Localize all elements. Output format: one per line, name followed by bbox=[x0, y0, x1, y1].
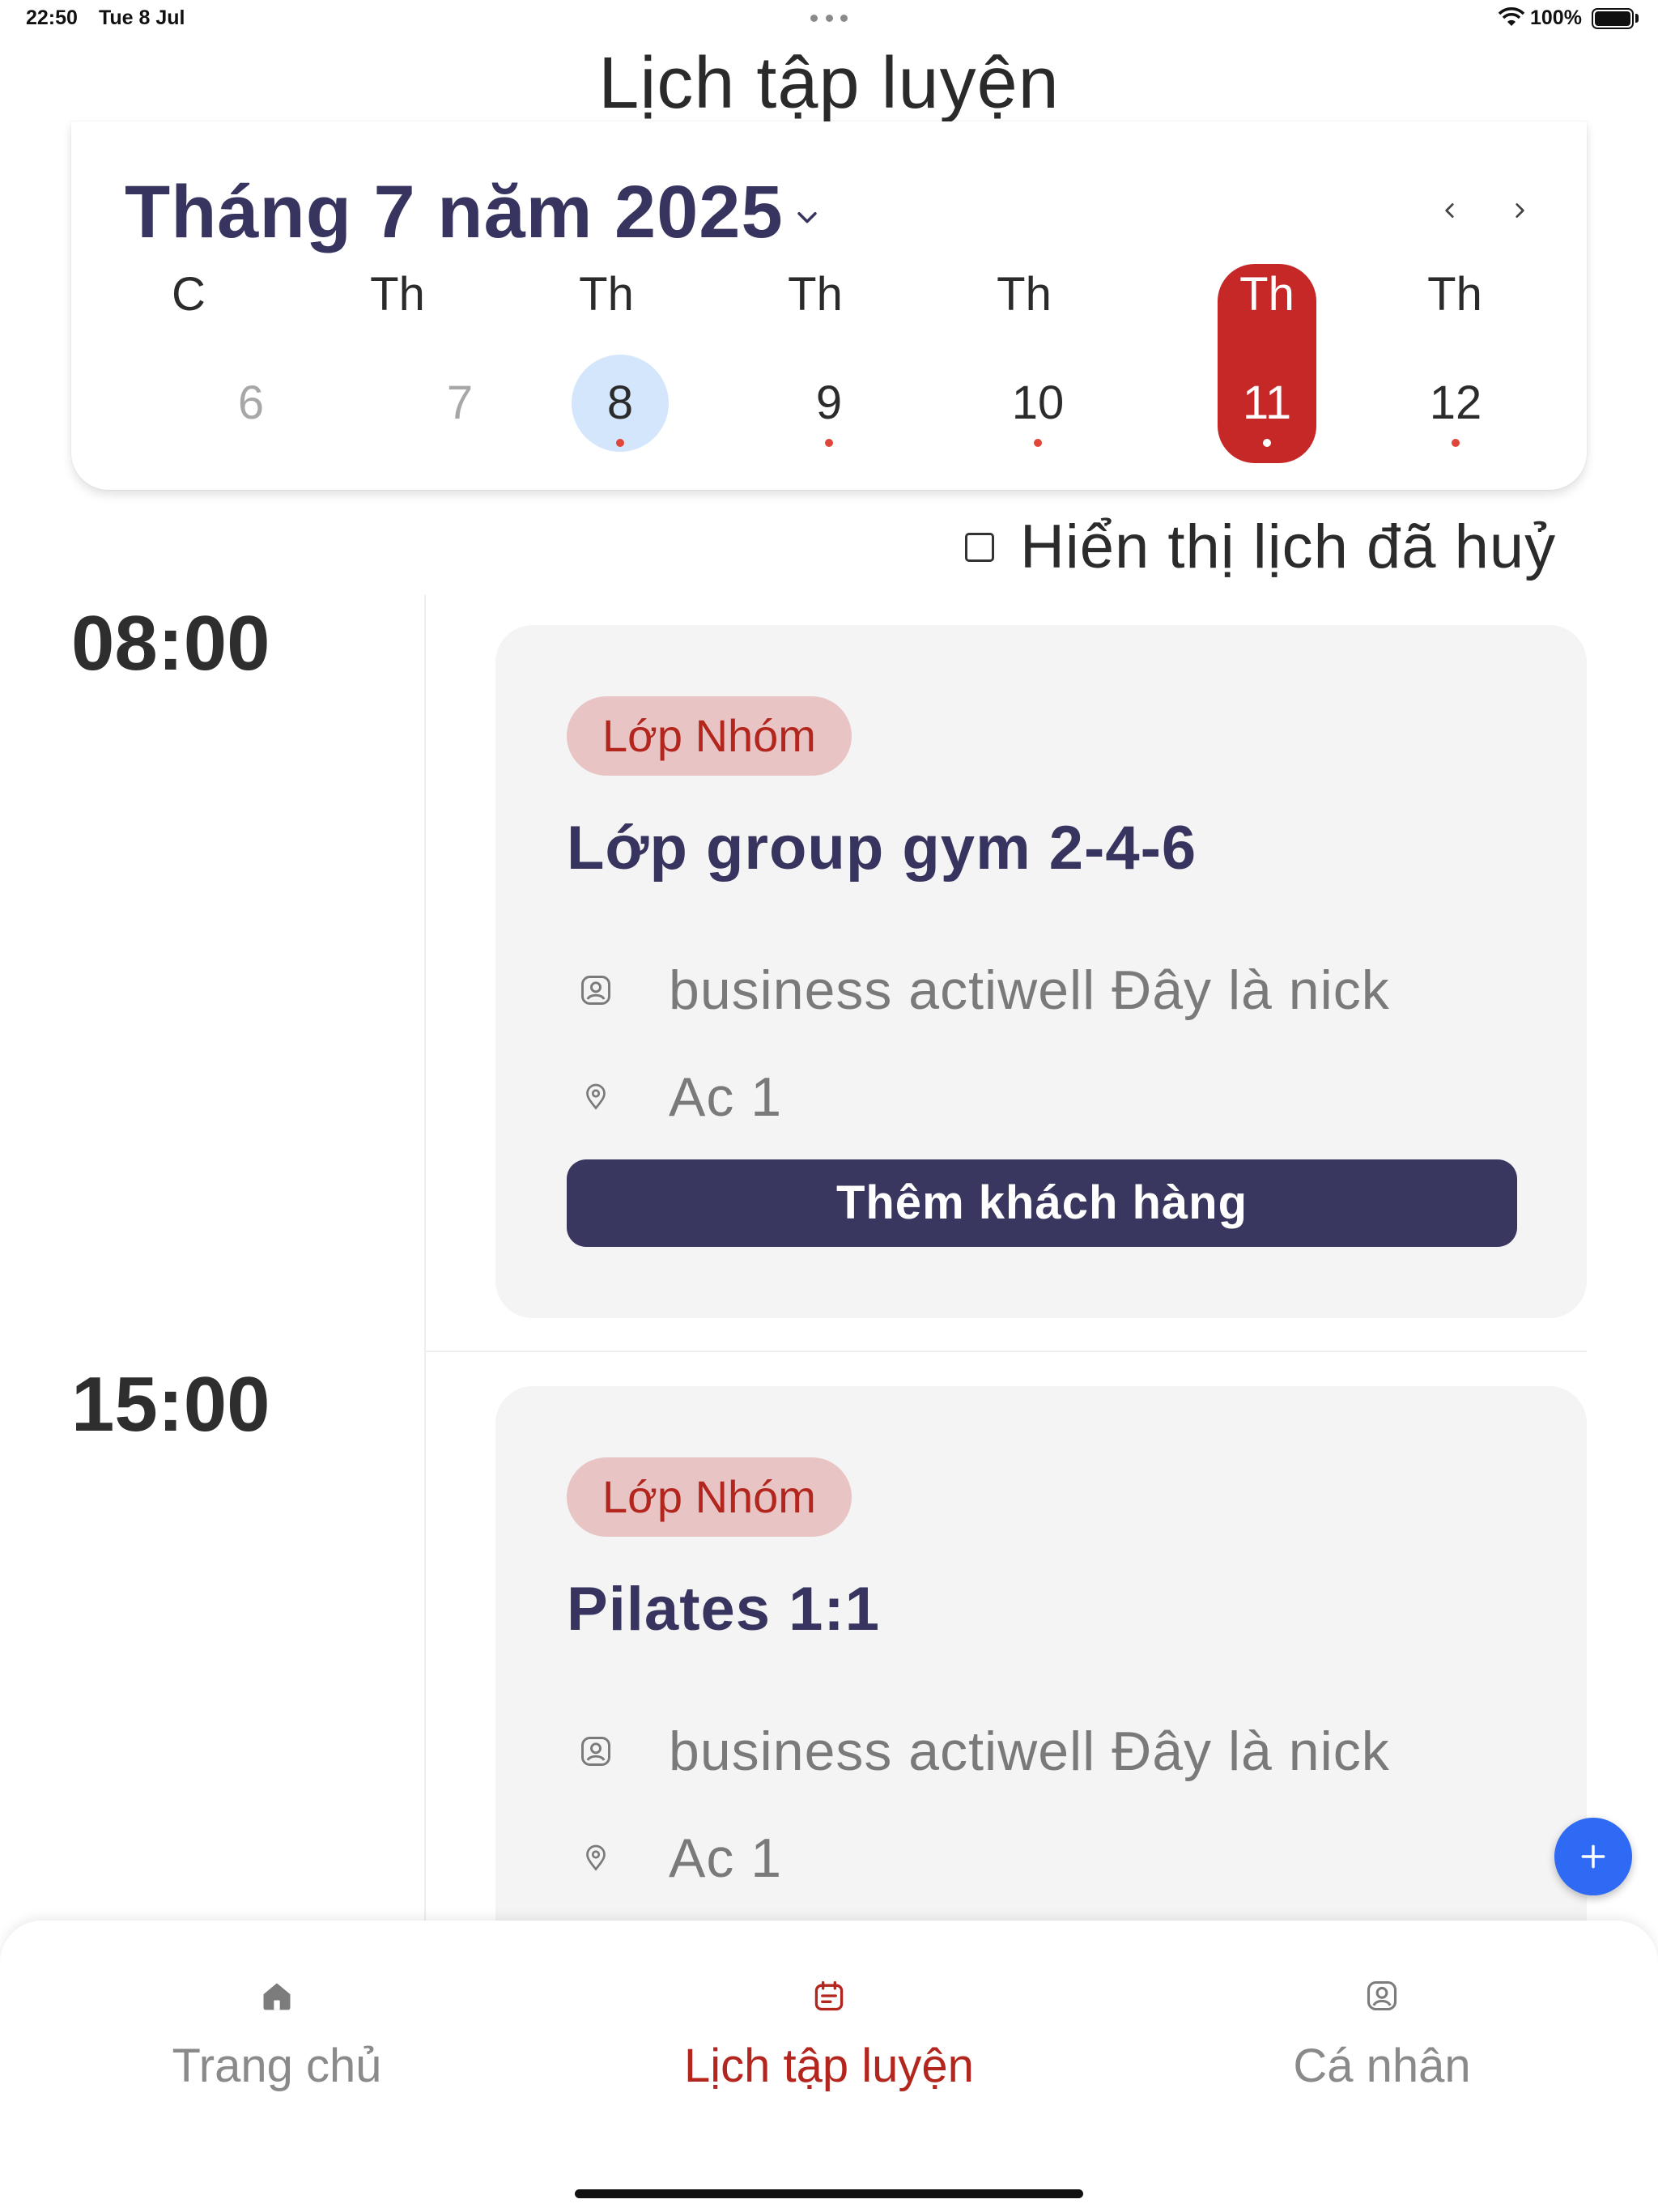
show-cancelled-label: Hiển thị lịch đã huỷ bbox=[1020, 513, 1557, 581]
weekday-label: C bbox=[172, 268, 206, 321]
nav-item-profile[interactable]: Cá nhân bbox=[1180, 1977, 1584, 2093]
next-week-button[interactable] bbox=[1499, 190, 1540, 231]
time-label: 15:00 bbox=[71, 1361, 270, 1448]
status-time: 22:50 bbox=[26, 6, 78, 29]
show-cancelled-toggle[interactable]: Hiển thị lịch đã huỷ bbox=[965, 512, 1556, 582]
event-dot bbox=[616, 439, 624, 447]
month-selector[interactable]: Tháng 7 năm 2025 bbox=[125, 170, 821, 255]
calendar-day[interactable]: 9 bbox=[780, 355, 878, 452]
add-session-button[interactable] bbox=[1554, 1818, 1632, 1895]
calendar-icon bbox=[810, 1977, 848, 2014]
nav-item-home[interactable]: Trang chủ bbox=[74, 1977, 479, 2093]
bottom-nav: Trang chủ Lịch tập luyện Cá nhân bbox=[0, 1921, 1658, 2212]
weekday-label: Th bbox=[1427, 268, 1482, 321]
session-type-badge: Lớp Nhóm bbox=[567, 1457, 852, 1537]
home-indicator[interactable] bbox=[575, 2189, 1083, 2198]
calendar-card: Tháng 7 năm 2025 C Th Th Th Th Th Th 6 7… bbox=[71, 121, 1587, 490]
weekday-label: Th bbox=[788, 268, 843, 321]
time-label: 08:00 bbox=[71, 600, 270, 687]
show-cancelled-checkbox[interactable] bbox=[965, 532, 994, 562]
calendar-day[interactable]: 12 bbox=[1407, 355, 1504, 452]
nav-label: Trang chủ bbox=[172, 2040, 382, 2092]
session-title: Pilates 1:1 bbox=[567, 1575, 880, 1644]
chevron-right-icon bbox=[1516, 203, 1524, 218]
user-icon bbox=[576, 1732, 615, 1771]
battery-percent: 100% bbox=[1530, 6, 1582, 29]
plus-icon bbox=[1581, 1844, 1605, 1869]
status-date: Tue 8 Jul bbox=[99, 6, 185, 29]
event-dot bbox=[1034, 439, 1042, 447]
trainer-name: business actiwell Đây là nick bbox=[669, 1721, 1390, 1782]
status-bar: 22:50 Tue 8 Jul 100% bbox=[0, 0, 1658, 39]
home-icon bbox=[258, 1977, 295, 2014]
nav-item-schedule[interactable]: Lịch tập luyện bbox=[627, 1977, 1031, 2093]
wifi-icon bbox=[1498, 7, 1525, 26]
timeline-divider bbox=[424, 595, 426, 1923]
month-title: Tháng 7 năm 2025 bbox=[125, 171, 784, 253]
day-number: 10 bbox=[1011, 376, 1065, 429]
weekday-label-selected: Th bbox=[1239, 268, 1295, 321]
trainer-name: business actiwell Đây là nick bbox=[669, 959, 1390, 1021]
add-customer-button[interactable]: Thêm khách hàng bbox=[567, 1159, 1517, 1247]
trainer-row: business actiwell Đây là nick bbox=[576, 1720, 1390, 1783]
page-title: Lịch tập luyện bbox=[598, 43, 1060, 124]
day-number: 12 bbox=[1429, 376, 1482, 429]
battery-nub bbox=[1635, 14, 1639, 23]
location-name: Ac 1 bbox=[669, 1827, 783, 1889]
day-number: 7 bbox=[446, 376, 474, 429]
calendar-day[interactable]: 6 bbox=[202, 355, 300, 452]
session-card[interactable]: Lớp Nhóm Pilates 1:1 business actiwell Đ… bbox=[495, 1386, 1587, 2001]
user-icon bbox=[576, 971, 615, 1010]
weekday-label: Th bbox=[370, 268, 425, 321]
battery-icon bbox=[1592, 8, 1634, 29]
event-dot bbox=[825, 439, 833, 447]
session-card[interactable]: Lớp Nhóm Lớp group gym 2-4-6 business ac… bbox=[495, 625, 1587, 1318]
location-pin-icon bbox=[576, 1078, 615, 1117]
location-row: Ac 1 bbox=[576, 1066, 782, 1129]
weekday-label: Th bbox=[997, 268, 1052, 321]
profile-icon bbox=[1363, 1977, 1401, 2014]
chevron-down-icon bbox=[797, 211, 817, 223]
calendar-day[interactable]: 7 bbox=[411, 355, 508, 452]
weekday-label: Th bbox=[579, 268, 634, 321]
event-dot bbox=[1452, 439, 1460, 447]
trainer-row: business actiwell Đây là nick bbox=[576, 959, 1390, 1022]
event-dot bbox=[1263, 439, 1271, 447]
nav-label-active: Lịch tập luyện bbox=[684, 2040, 974, 2092]
location-name: Ac 1 bbox=[669, 1066, 783, 1128]
session-title: Lớp group gym 2-4-6 bbox=[567, 814, 1197, 883]
location-row: Ac 1 bbox=[576, 1827, 782, 1890]
multitasking-dots-icon[interactable] bbox=[810, 10, 848, 26]
day-number: 9 bbox=[815, 376, 843, 429]
location-pin-icon bbox=[576, 1839, 615, 1878]
day-number: 11 bbox=[1242, 376, 1292, 429]
calendar-day[interactable]: 10 bbox=[989, 355, 1086, 452]
calendar-day-today[interactable]: 8 bbox=[572, 355, 669, 452]
day-number: 8 bbox=[606, 376, 634, 429]
session-type-badge: Lớp Nhóm bbox=[567, 696, 852, 776]
nav-label: Cá nhân bbox=[1293, 2040, 1471, 2092]
previous-week-button[interactable] bbox=[1430, 190, 1470, 231]
time-slot-divider bbox=[424, 1351, 1587, 1352]
calendar-day-selected[interactable]: 11 bbox=[1218, 355, 1316, 452]
day-number: 6 bbox=[237, 376, 265, 429]
chevron-left-icon bbox=[1445, 203, 1454, 218]
